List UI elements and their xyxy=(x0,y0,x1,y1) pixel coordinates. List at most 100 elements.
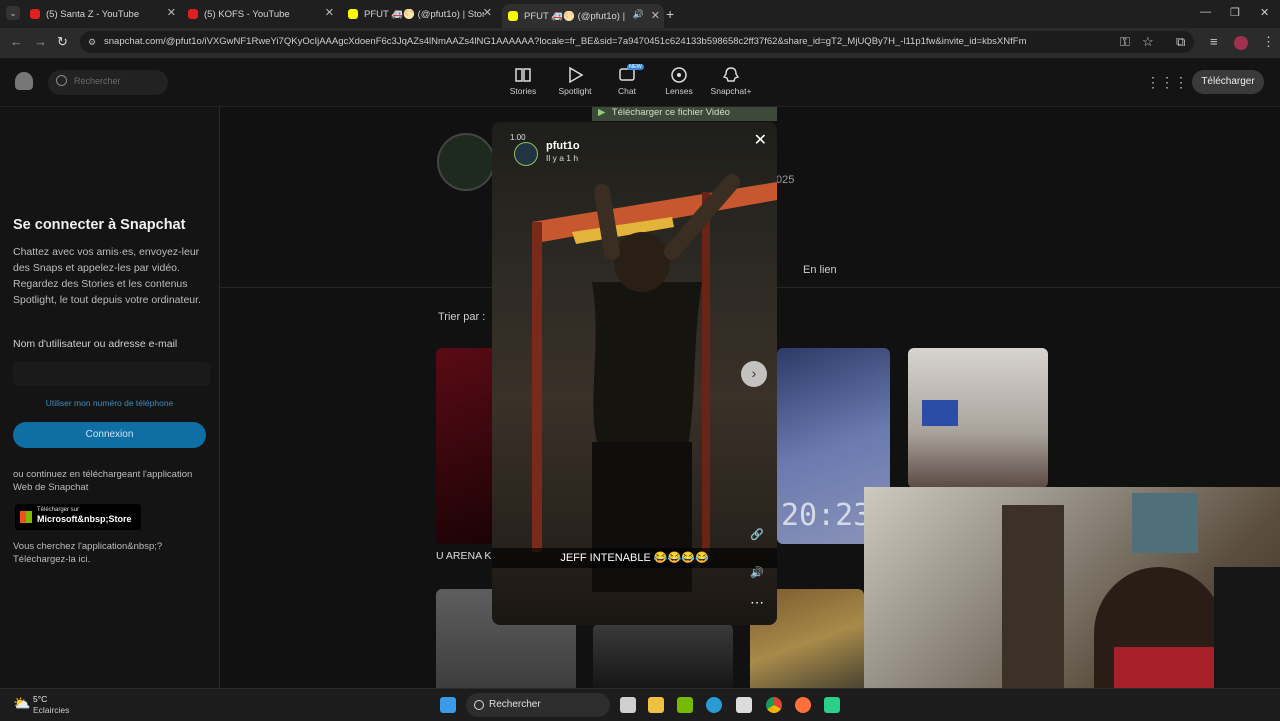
browser-tab-bar: ⌄ (5) Santa Z - YouTube ✕ (5) KOFS - You… xyxy=(0,0,1280,28)
firefox-icon[interactable] xyxy=(795,697,811,713)
nav-label: Snapchat+ xyxy=(710,86,752,96)
login-button[interactable]: Connexion xyxy=(13,422,206,448)
search-icon xyxy=(56,75,67,86)
youtube-icon xyxy=(188,9,198,19)
bookmark-star-icon[interactable]: ☆ xyxy=(1142,34,1154,50)
nav-snapchat-plus[interactable]: Snapchat+ xyxy=(709,66,753,96)
minimize-icon[interactable]: — xyxy=(1200,6,1211,18)
nav-chat[interactable]: NEW Chat xyxy=(605,64,649,96)
weather-icon[interactable]: ⛅ xyxy=(13,695,30,712)
url-text: snapchat.com/@pfut1o/iVXGwNF1RweYi7QKyOc… xyxy=(104,36,1027,47)
login-panel: Se connecter à Snapchat Chattez avec vos… xyxy=(0,107,220,697)
taskbar-search[interactable]: Rechercher xyxy=(466,693,610,717)
nav-label: Stories xyxy=(509,86,537,96)
lenses-icon xyxy=(671,67,687,83)
chrome-icon[interactable] xyxy=(766,697,782,713)
profile-avatar-icon[interactable] xyxy=(1234,36,1248,50)
tab-list-dropdown-icon[interactable]: ⌄ xyxy=(6,6,20,20)
continue-text: ou continuez en téléchargeant l'applicat… xyxy=(13,469,193,493)
tab-kofs[interactable]: (5) KOFS - YouTube ✕ xyxy=(188,4,338,24)
next-story-button[interactable]: › xyxy=(741,361,767,387)
story-caption: JEFF INTENABLE 😂😂😂😂 xyxy=(492,548,777,568)
back-icon[interactable]: ← xyxy=(10,34,23,49)
app-icon[interactable] xyxy=(824,697,840,713)
weather-temp: 5°C xyxy=(33,694,48,704)
edge-icon[interactable] xyxy=(706,697,722,713)
tab-title: (5) KOFS - YouTube xyxy=(204,8,290,20)
story-thumbnail[interactable] xyxy=(436,348,496,544)
nvidia-icon[interactable] xyxy=(677,697,693,713)
store-icon[interactable] xyxy=(736,697,752,713)
story-thumbnail[interactable] xyxy=(593,624,733,697)
site-info-icon[interactable]: ⚙ xyxy=(88,31,96,53)
volume-icon[interactable]: 🔊 xyxy=(750,566,764,579)
browser-menu-icon[interactable]: ⋮ xyxy=(1262,34,1275,50)
file-explorer-icon[interactable] xyxy=(648,697,664,713)
download-app-button[interactable]: Télécharger xyxy=(1192,70,1264,94)
maximize-icon[interactable]: ❐ xyxy=(1230,6,1240,19)
tv-screen xyxy=(922,400,958,426)
close-window-icon[interactable]: ✕ xyxy=(1260,6,1269,19)
login-title: Se connecter à Snapchat xyxy=(13,217,186,233)
app-question[interactable]: Vous cherchez l'application&nbsp;? Téléc… xyxy=(13,540,208,566)
nav-lenses[interactable]: Lenses xyxy=(657,66,701,96)
snapchat-icon xyxy=(508,11,518,21)
download-video-label: Télécharger ce fichier Vidéo xyxy=(611,107,730,118)
tab-santa-z[interactable]: (5) Santa Z - YouTube ✕ xyxy=(30,4,180,24)
tab-pfut-active[interactable]: PFUT 🚑🌕 (@pfut1o) | Stor 🔊 ✕ xyxy=(502,4,664,28)
story-username[interactable]: pfut1o xyxy=(546,140,580,152)
audio-playing-icon[interactable]: 🔊 xyxy=(633,9,644,20)
snapchat-header: Rechercher Stories Spotlight NEW Chat Le… xyxy=(0,58,1280,107)
download-video-bar[interactable]: ▶ Télécharger ce fichier Vidéo xyxy=(592,107,777,121)
forward-icon[interactable]: → xyxy=(34,34,47,49)
close-tab-icon[interactable]: ✕ xyxy=(325,6,334,19)
story-thumbnail[interactable] xyxy=(908,348,1048,488)
extensions-icon[interactable]: ⧉ xyxy=(1176,34,1185,50)
snapchat-icon xyxy=(348,9,358,19)
snapchat-ghost-logo-icon[interactable] xyxy=(15,72,33,90)
tab-en-lien[interactable]: En lien xyxy=(803,264,837,276)
search-placeholder: Rechercher xyxy=(74,76,121,86)
username-label: Nom d'utilisateur ou adresse e-mail xyxy=(13,338,178,350)
microsoft-store-badge[interactable]: Télécharger sur Microsoft&nbsp;Store xyxy=(15,504,141,530)
search-input[interactable]: Rechercher xyxy=(48,70,168,95)
clock-digits: 20:23 xyxy=(781,498,872,533)
youtube-icon xyxy=(30,9,40,19)
apps-grid-icon[interactable]: ⋮⋮⋮ xyxy=(1146,74,1188,91)
windows-start-icon[interactable] xyxy=(440,697,456,713)
weather-desc: Eclaircies xyxy=(33,705,70,715)
spotlight-icon xyxy=(569,66,584,84)
link-icon[interactable]: 🔗 xyxy=(750,528,764,541)
login-description: Chattez avec vos amis·es, envoyez-leur d… xyxy=(13,246,201,306)
story-viewer[interactable]: 1.00 pfut1o Il y a 1 h ✕ 🔗 JEFF INTENABL… xyxy=(492,122,777,625)
username-field[interactable] xyxy=(13,362,210,386)
playback-speed[interactable]: 1.00 xyxy=(510,133,526,142)
search-icon xyxy=(474,700,484,710)
reload-icon[interactable]: ↻ xyxy=(57,34,68,50)
tab-title: PFUT 🚑🌕 (@pfut1o) | Stor xyxy=(524,10,628,22)
nav-label: Lenses xyxy=(665,86,693,96)
profile-date-fragment: 025 xyxy=(776,174,795,186)
store-big-text: Microsoft&nbsp;Store xyxy=(37,514,132,524)
tab-pfut-stories[interactable]: PFUT 🚑🌕 (@pfut1o) | Stories, ✕ xyxy=(348,4,496,24)
close-tab-icon[interactable]: ✕ xyxy=(167,6,176,19)
poster xyxy=(1132,493,1198,553)
story-time: Il y a 1 h xyxy=(546,153,579,163)
more-options-icon[interactable]: ⋯ xyxy=(750,594,764,611)
media-control-icon[interactable]: ≡ xyxy=(1210,34,1218,49)
task-view-icon[interactable] xyxy=(620,697,636,713)
close-icon[interactable]: ✕ xyxy=(754,130,767,150)
nav-spotlight[interactable]: Spotlight xyxy=(553,66,597,96)
new-tab-icon[interactable]: + xyxy=(666,6,674,22)
nav-stories[interactable]: Stories xyxy=(501,66,545,96)
close-tab-icon[interactable]: ✕ xyxy=(483,6,492,19)
nav-label: Spotlight xyxy=(558,86,592,96)
taskbar-search-label: Rechercher xyxy=(489,699,541,710)
windows-taskbar: ⛅ 5°C Eclaircies Rechercher xyxy=(0,688,1280,721)
use-phone-link[interactable]: Utiliser mon numéro de téléphone xyxy=(0,398,219,408)
profile-avatar[interactable] xyxy=(437,133,495,191)
url-field[interactable]: ⚙ snapchat.com/@pfut1o/iVXGwNF1RweYi7QKy… xyxy=(80,31,1194,53)
story-avatar[interactable] xyxy=(514,142,538,166)
close-tab-icon[interactable]: ✕ xyxy=(651,9,660,22)
password-key-icon[interactable]: ⚿ xyxy=(1120,34,1130,50)
